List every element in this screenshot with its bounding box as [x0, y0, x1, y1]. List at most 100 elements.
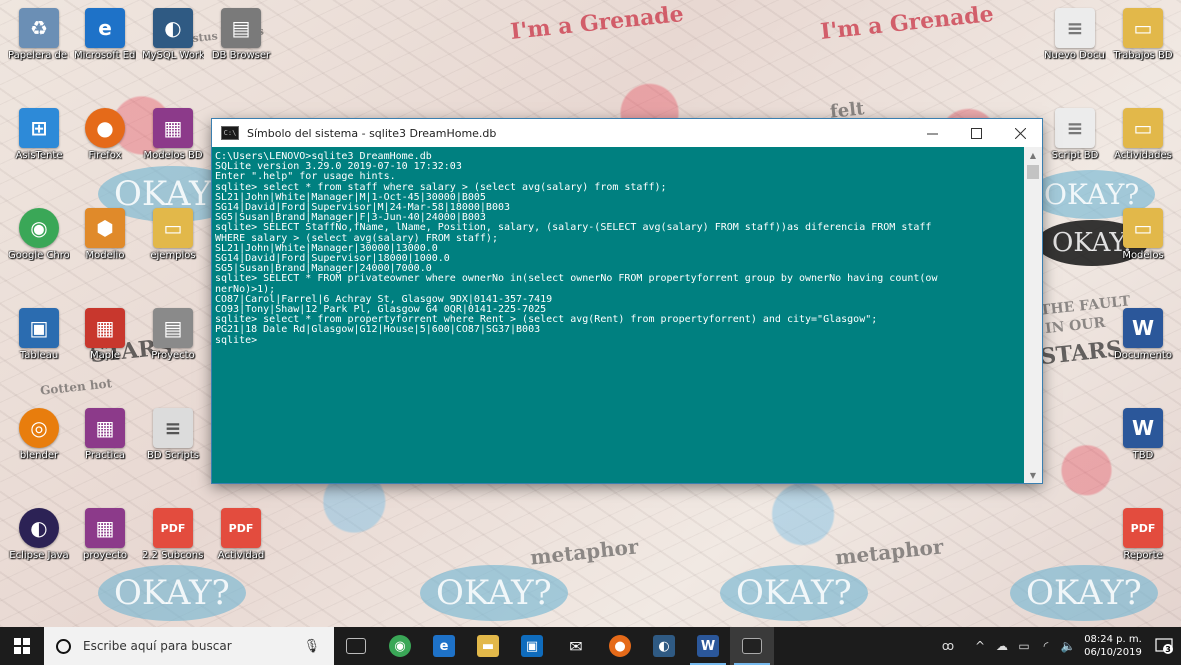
pdf-icon: PDF: [1123, 508, 1163, 548]
mysql-icon: ◐: [153, 8, 193, 48]
folder-icon: ▭: [153, 208, 193, 248]
desktop-icon-modelio[interactable]: ⬢ Modelio: [74, 208, 136, 261]
desktop-icon-db-browser[interactable]: ▤ DB Browser: [210, 8, 272, 61]
word-icon: W: [1123, 308, 1163, 348]
desktop-icon-asistente[interactable]: ⊞ AsisTente: [8, 108, 70, 161]
start-button[interactable]: [0, 627, 44, 665]
folder-icon: ▭: [1123, 8, 1163, 48]
window-titlebar[interactable]: C:\ Símbolo del sistema - sqlite3 DreamH…: [212, 119, 1042, 147]
clock-date: 06/10/2019: [1084, 647, 1142, 658]
taskbar-store[interactable]: ▣: [510, 627, 554, 665]
chevron-up-icon[interactable]: ^: [969, 639, 991, 653]
wallpaper-text: I'm a Grenade: [819, 0, 995, 46]
folder-icon: ▬: [477, 635, 499, 657]
firefox-icon: ●: [609, 635, 631, 657]
desktop-icon-modelos-bd[interactable]: ▦ Modelos BD: [142, 108, 204, 161]
clock-time: 08:24 p. m.: [1084, 634, 1142, 645]
edge-icon: e: [433, 635, 455, 657]
windows-icon: ⊞: [19, 108, 59, 148]
desktop-icon-recycle-bin[interactable]: ♻ Papelera de reciclaje: [8, 8, 70, 61]
taskbar-mail[interactable]: ✉: [554, 627, 598, 665]
desktop-icon-blender[interactable]: ◎ blender: [8, 408, 70, 461]
battery-icon[interactable]: ▭: [1013, 639, 1035, 653]
people-icon[interactable]: ꝏ: [937, 639, 959, 653]
microphone-icon[interactable]: 🎙: [303, 639, 320, 654]
scroll-down-arrow[interactable]: ▼: [1024, 467, 1042, 483]
desktop-icon-maple[interactable]: ▦ Maple: [74, 308, 136, 361]
desktop-icon-script-bd[interactable]: ≡ Script BD: [1044, 108, 1106, 161]
chrome-icon: ◉: [19, 208, 59, 248]
taskbar-command-prompt[interactable]: [730, 627, 774, 665]
console-text[interactable]: C:\Users\LENOVO>sqlite3 DreamHome.db SQL…: [212, 147, 1024, 346]
chrome-icon: ◉: [389, 635, 411, 657]
minimize-button[interactable]: [910, 119, 954, 147]
wallpaper-text: OKAY?: [420, 565, 568, 621]
desktop-icon-firefox[interactable]: ● Firefox: [74, 108, 136, 161]
window-title: Símbolo del sistema - sqlite3 DreamHome.…: [247, 126, 497, 140]
taskbar-chrome[interactable]: ◉: [378, 627, 422, 665]
edge-icon: e: [85, 8, 125, 48]
desktop-icon-mysql[interactable]: ◐ MySQL Workbench: [142, 8, 204, 61]
maximize-button[interactable]: [954, 119, 998, 147]
word-icon: W: [1123, 408, 1163, 448]
desktop-icon-trabajos-bd[interactable]: ▭ Trabajos BD: [1112, 8, 1174, 61]
mysql-icon: ◐: [653, 635, 675, 657]
pdf-icon: PDF: [153, 508, 193, 548]
wallpaper-text: OKAY?: [98, 565, 246, 621]
taskbar-task-view[interactable]: [334, 627, 378, 665]
command-prompt-icon: [742, 638, 762, 654]
task-view-icon: [346, 638, 366, 654]
recycle-bin-icon: ♻: [19, 8, 59, 48]
vertical-scrollbar[interactable]: ▲ ▼: [1024, 147, 1042, 483]
desktop-icon-tableau[interactable]: ▣ Tableau: [8, 308, 70, 361]
scroll-thumb[interactable]: [1027, 165, 1039, 179]
console-app-icon: C:\: [221, 126, 239, 140]
pdf-icon: PDF: [221, 508, 261, 548]
taskbar-word[interactable]: W: [686, 627, 730, 665]
system-tray: ꝏ ^ ☁ ▭ ◜ 🔈 08:24 p. m. 06/10/2019 3: [937, 627, 1181, 665]
tableau-icon: ▣: [19, 308, 59, 348]
wallpaper-text: OKAY?: [720, 565, 868, 621]
wallpaper-text: metaphor: [529, 534, 640, 570]
taskbar-search-box[interactable]: Escribe aquí para buscar 🎙: [44, 627, 334, 665]
desktop-icon-actividades[interactable]: ▭ Actividades: [1112, 108, 1174, 161]
desktop-icon-bd-scripts[interactable]: ≡ BD Scripts: [142, 408, 204, 461]
desktop-icon-ejemplos[interactable]: ▭ ejemplos: [142, 208, 204, 261]
volume-icon[interactable]: 🔈: [1057, 639, 1079, 653]
desktop-icon-eclipse[interactable]: ◐ Eclipse Java: [8, 508, 70, 561]
blender-icon: ◎: [19, 408, 59, 448]
taskbar: Escribe aquí para buscar 🎙 ◉ e ▬ ▣ ✉ ● ◐…: [0, 627, 1181, 665]
desktop-icon-proyecto[interactable]: ▤ Proyecto: [142, 308, 204, 361]
desktop-icon-documento-word[interactable]: W Documento: [1112, 308, 1174, 361]
desktop-icon-tbd-word[interactable]: W TBD: [1112, 408, 1174, 461]
desktop-icon-practica[interactable]: ▦ Practica: [74, 408, 136, 461]
notification-center-button[interactable]: 3: [1147, 627, 1181, 665]
taskbar-clock[interactable]: 08:24 p. m. 06/10/2019: [1079, 633, 1147, 659]
desktop-icon-modelos[interactable]: ▭ Modelos: [1112, 208, 1174, 261]
desktop-icon-pdf-subconsultas[interactable]: PDF 2.2 Subconsultas: [142, 508, 204, 561]
desktop-icon-pdf-actividad[interactable]: PDF Actividad: [210, 508, 272, 561]
wallpaper-text: IN OUR: [1044, 314, 1106, 338]
desktop-icon-pdf-reporte[interactable]: PDF Reporte: [1112, 508, 1174, 561]
search-placeholder: Escribe aquí para buscar: [83, 639, 232, 653]
taskbar-file-explorer[interactable]: ▬: [466, 627, 510, 665]
desktop-icon-nuevo-documento[interactable]: ≡ Nuevo Documento: [1044, 8, 1106, 61]
wallpaper-text: I'm a Grenade: [509, 0, 685, 46]
scroll-up-arrow[interactable]: ▲: [1024, 147, 1042, 163]
console-output-area[interactable]: C:\Users\LENOVO>sqlite3 DreamHome.db SQL…: [212, 147, 1024, 483]
desktop-icon-proyecto-rar[interactable]: ▦ proyecto: [74, 508, 136, 561]
folder-icon: ▭: [1123, 108, 1163, 148]
onedrive-icon[interactable]: ☁: [991, 639, 1013, 653]
desktop-icon-edge[interactable]: e Microsoft Edge: [74, 8, 136, 61]
winrar-icon: ▦: [85, 508, 125, 548]
command-prompt-window[interactable]: C:\ Símbolo del sistema - sqlite3 DreamH…: [212, 119, 1042, 483]
wifi-icon[interactable]: ◜: [1035, 639, 1057, 653]
maximize-icon: [970, 127, 982, 139]
taskbar-firefox[interactable]: ●: [598, 627, 642, 665]
folder-icon: ▭: [1123, 208, 1163, 248]
taskbar-edge[interactable]: e: [422, 627, 466, 665]
desktop-icon-chrome[interactable]: ◉ Google Chrome: [8, 208, 70, 261]
taskbar-mysql[interactable]: ◐: [642, 627, 686, 665]
close-button[interactable]: [998, 119, 1042, 147]
winrar-icon: ▦: [85, 408, 125, 448]
